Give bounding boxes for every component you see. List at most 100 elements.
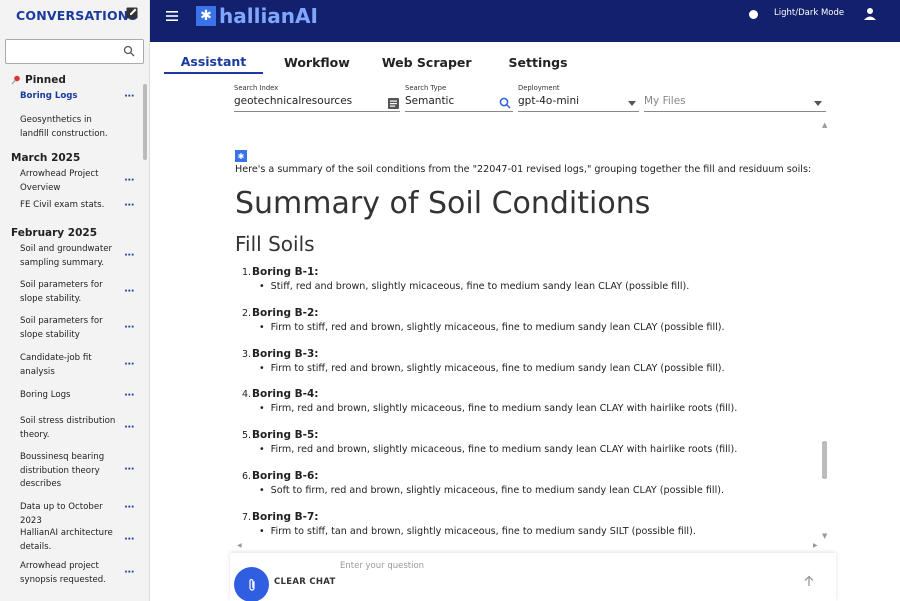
my-files-select[interactable]: My Files [644,84,826,114]
logo: ✱ hallianAI [196,4,318,28]
scroll-down-arrow-icon[interactable]: ▼ [822,532,827,540]
hamburger-menu-icon[interactable] [165,9,179,23]
my-files-placeholder[interactable]: My Files [644,95,686,107]
search-type-field[interactable]: Search Type Semantic [405,84,513,114]
tab-web-scraper[interactable]: Web Scraper [370,50,484,74]
attach-file-button[interactable] [234,567,269,601]
tab-bar: Assistant Workflow Web Scraper Settings [164,50,580,76]
chevron-down-icon[interactable] [814,101,822,106]
sidebar-item-hallianai-architecture[interactable]: HallianAI architecture details. ··· [0,527,142,560]
list-item-number: 4. [242,389,252,401]
question-input[interactable]: Enter your question [340,561,424,571]
sidebar-item-boussinesq[interactable]: Boussinesq bearing distribution theory d… [0,451,142,501]
tab-settings[interactable]: Settings [497,50,580,74]
section-february-2025: February 2025 [0,223,142,243]
scroll-up-arrow-icon[interactable]: ▲ [822,121,827,129]
sidebar-item-label: Data up to October 2023 [20,502,103,526]
list-item: 1. Boring B-1: Stiff, red and brown, sli… [242,266,802,308]
search-index-value[interactable]: geotechnicalresources [234,95,352,107]
sidebar-item-label: Boring Logs [20,390,71,400]
chat-input-bar: CLEAR CHAT Enter your question [230,553,836,601]
sidebar-item-label: Arrowhead Project Overview [20,169,99,193]
sidebar-item-slope-stability-2[interactable]: Soil parameters for slope stability ··· [0,315,142,352]
scroll-right-arrow-icon[interactable]: ▶ [813,542,818,549]
sidebar-item-boring-logs-pinned[interactable]: Boring Logs ··· [0,90,142,114]
more-options-icon[interactable]: ··· [124,566,134,580]
sidebar-item-label: FE Civil exam stats. [20,200,105,210]
section-label: Pinned [25,74,66,86]
tab-assistant[interactable]: Assistant [164,50,263,74]
user-icon[interactable] [862,7,878,21]
list-icon[interactable] [388,98,399,109]
more-options-icon[interactable]: ··· [124,249,134,263]
sidebar-item-arrowhead-synopsis[interactable]: Arrowhead project synopsis requested. ··… [0,560,142,590]
more-options-icon[interactable]: ··· [124,285,134,299]
response-heading: Summary of Soil Conditions [235,186,651,221]
boring-description: Soft to firm, red and brown, slightly mi… [259,485,724,496]
more-options-icon[interactable]: ··· [124,199,134,213]
sidebar-item-geosynthetics[interactable]: Geosynthetics in landfill construction. [0,114,142,148]
chevron-down-icon[interactable] [628,101,636,106]
more-options-icon[interactable]: ··· [124,90,134,104]
sidebar-item-soil-stress[interactable]: Soil stress distribution theory. ··· [0,415,142,451]
list-item: 5. Boring B-5: Firm, red and brown, slig… [242,429,802,471]
sidebar-item-slope-stability-1[interactable]: Soil parameters for slope stability. ··· [0,279,142,315]
search-type-value[interactable]: Semantic [405,95,454,107]
more-options-icon[interactable]: ··· [124,389,134,403]
list-item-number: 5. [242,430,252,442]
sidebar-item-fe-civil[interactable]: FE Civil exam stats. ··· [0,199,142,223]
more-options-icon[interactable]: ··· [124,501,134,515]
sidebar-item-data-october[interactable]: Data up to October 2023 ··· [0,501,142,527]
more-options-icon[interactable]: ··· [124,533,134,547]
clear-chat-button[interactable]: CLEAR CHAT [274,577,336,587]
list-item: 4. Boring B-4: Firm, red and brown, slig… [242,388,802,430]
theme-toggle[interactable] [749,10,758,19]
sidebar: CONVERSATIONS Pinned Boring Logs ··· Geo… [0,0,150,601]
boring-description: Stiff, red and brown, slightly micaceous… [259,281,690,292]
send-arrow-icon[interactable] [803,575,815,587]
new-chat-icon[interactable] [126,6,140,20]
tab-workflow[interactable]: Workflow [272,50,362,74]
more-options-icon[interactable]: ··· [124,463,134,477]
sidebar-item-label: Soil stress distribution theory. [20,416,116,440]
field-underline [644,111,826,112]
list-item: 3. Boring B-3: Firm to stiff, red and br… [242,347,802,390]
sidebar-item-arrowhead-overview[interactable]: Arrowhead Project Overview ··· [0,168,142,199]
sidebar-title: CONVERSATIONS [16,7,138,23]
search-type-label: Search Type [405,84,447,92]
more-options-icon[interactable]: ··· [124,421,134,435]
section-pinned: Pinned [0,70,142,90]
search-index-field[interactable]: Search Index geotechnicalresources [234,84,400,114]
more-options-icon[interactable]: ··· [124,174,134,188]
sidebar-item-label: Arrowhead project synopsis requested. [20,561,106,585]
boring-title: Boring B-3: [252,347,319,360]
search-icon[interactable] [499,97,511,109]
deployment-value[interactable]: gpt-4o-mini [518,95,579,107]
list-item-number: 2. [242,307,252,319]
field-underline [234,111,400,112]
deployment-select[interactable]: Deployment gpt-4o-mini [518,84,639,114]
conversation-search-input[interactable] [5,39,144,64]
sidebar-scrollbar[interactable] [143,84,147,160]
scroll-left-arrow-icon[interactable]: ◀ [237,542,242,549]
list-item-number: 1. [242,267,252,278]
response-subheading: Fill Soils [235,232,315,256]
chat-scrollbar[interactable] [822,441,827,479]
list-item-number: 7. [242,511,252,523]
search-index-label: Search Index [234,84,279,92]
paperclip-icon [248,578,255,591]
sidebar-item-soil-groundwater[interactable]: Soil and groundwater sampling summary. ·… [0,243,142,279]
sidebar-item-label: Soil parameters for slope stability [20,316,103,340]
sidebar-item-boring-logs[interactable]: Boring Logs ··· [0,389,142,415]
list-item-number: 3. [242,348,252,360]
more-options-icon[interactable]: ··· [124,321,134,335]
sidebar-item-candidate-job[interactable]: Candidate-job fit analysis ··· [0,352,142,389]
more-options-icon[interactable]: ··· [124,358,134,372]
boring-title: Boring B-2: [252,306,319,319]
section-label: February 2025 [11,227,98,239]
theme-toggle-label[interactable]: Light/Dark Mode [774,8,844,18]
list-item: 2. Boring B-2: Firm to stiff, red and br… [242,306,802,349]
list-item: 6. Boring B-6: Soft to firm, red and bro… [242,470,802,512]
boring-description: Firm to stiff, red and brown, slightly m… [259,322,725,333]
boring-description: Firm to stiff, red and brown, slightly m… [259,363,725,374]
